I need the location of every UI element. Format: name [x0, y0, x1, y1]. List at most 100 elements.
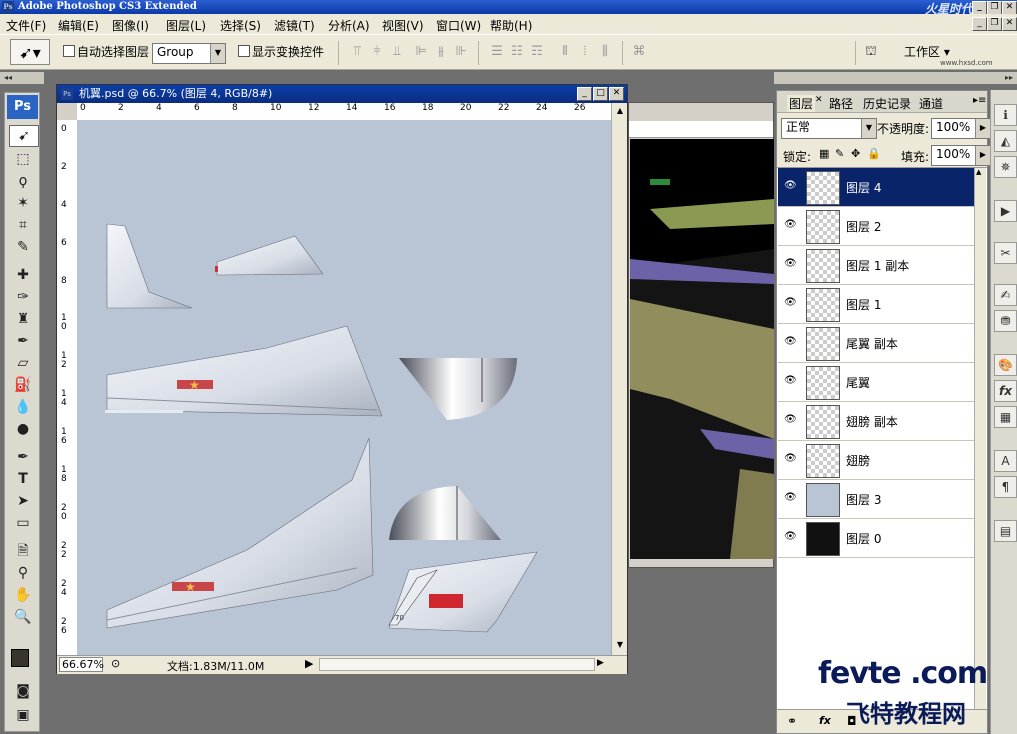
- distribute-left-icon[interactable]: ⦀: [556, 43, 574, 61]
- align-vcenter-icon[interactable]: ⫩: [368, 43, 386, 61]
- distribute-right-icon[interactable]: ⫼: [596, 43, 614, 61]
- history-brush-icon[interactable]: ✒: [9, 331, 37, 351]
- magic-wand-tool-icon[interactable]: ✶: [9, 193, 37, 213]
- menu-edit[interactable]: 编辑(E): [58, 17, 99, 34]
- panel-collapse-icon[interactable]: ▸▸: [774, 72, 1017, 84]
- tool-presets-icon[interactable]: ✂: [994, 242, 1017, 264]
- layer-style-icon[interactable]: fx: [819, 714, 831, 727]
- brush-tool-icon[interactable]: ✑: [9, 287, 37, 307]
- lasso-tool-icon[interactable]: ϙ: [9, 171, 37, 191]
- scroll-up-icon[interactable]: ▲: [614, 105, 626, 117]
- layer-row[interactable]: 👁 图层 1: [778, 285, 974, 324]
- lock-image-icon[interactable]: ✎: [835, 147, 844, 160]
- lock-position-icon[interactable]: ✥: [851, 147, 860, 160]
- brushes-icon[interactable]: ✍: [994, 284, 1017, 306]
- chevron-right-icon[interactable]: ▶: [975, 146, 990, 165]
- fill-field[interactable]: 100% ▶: [931, 145, 991, 166]
- eraser-tool-icon[interactable]: ▱: [9, 353, 37, 373]
- clone-source-icon[interactable]: ⛃: [994, 310, 1017, 332]
- blend-mode-select[interactable]: 正常 ▼: [781, 118, 877, 139]
- close-icon[interactable]: ✕: [815, 95, 823, 105]
- workspace-button[interactable]: 工作区 ▾: [904, 43, 950, 60]
- visibility-eye-icon[interactable]: 👁: [784, 336, 797, 347]
- layer-row[interactable]: 👁 图层 0: [778, 519, 974, 558]
- scroll-right-icon[interactable]: ▶: [597, 658, 604, 668]
- document-window[interactable]: Ps 机翼.psd @ 66.7% (图层 4, RGB/8#) _ □ ✕ 0…: [56, 84, 628, 674]
- restore-icon[interactable]: ❐: [987, 1, 1002, 15]
- lock-transparent-icon[interactable]: ▦: [819, 147, 829, 160]
- crop-tool-icon[interactable]: ⌗: [9, 215, 37, 235]
- layer-row[interactable]: 👁 图层 2: [778, 207, 974, 246]
- opacity-field[interactable]: 100% ▶: [931, 118, 991, 139]
- distribute-bottom-icon[interactable]: ☶: [528, 43, 546, 61]
- distribute-vcenter-icon[interactable]: ☷: [508, 43, 526, 61]
- visibility-eye-icon[interactable]: 👁: [784, 414, 797, 425]
- visibility-eye-icon[interactable]: 👁: [784, 375, 797, 386]
- align-hcenter-icon[interactable]: ⫵: [432, 43, 450, 61]
- zoom-tool-icon[interactable]: 🔍: [9, 607, 37, 627]
- align-top-icon[interactable]: ⫪: [348, 43, 366, 61]
- layer-row[interactable]: 👁 翅膀 副本: [778, 402, 974, 441]
- layer-row[interactable]: 👁 尾翼: [778, 363, 974, 402]
- visibility-eye-icon[interactable]: 👁: [784, 219, 797, 230]
- layer-row[interactable]: 👁 图层 3: [778, 480, 974, 519]
- visibility-eye-icon[interactable]: 👁: [784, 453, 797, 464]
- histogram-icon[interactable]: ◭: [994, 130, 1017, 152]
- auto-select-target-select[interactable]: Group ▼: [152, 43, 226, 64]
- zoom-field[interactable]: 66.67%: [59, 657, 104, 672]
- menu-window[interactable]: 窗口(W): [436, 17, 481, 34]
- chevron-right-icon[interactable]: ▶: [975, 119, 990, 138]
- link-layers-icon[interactable]: ⚭: [787, 714, 797, 728]
- dodge-tool-icon[interactable]: ●: [9, 419, 37, 439]
- minimize-icon[interactable]: _: [972, 1, 987, 15]
- layer-row[interactable]: 👁 尾翼 副本: [778, 324, 974, 363]
- background-document-canvas[interactable]: [630, 139, 774, 559]
- menu-help[interactable]: 帮助(H): [490, 17, 532, 34]
- color-icon[interactable]: 🎨: [994, 354, 1017, 376]
- align-right-icon[interactable]: ⊪: [452, 43, 470, 61]
- ruler-horizontal[interactable]: 0 2 4 6 8 10 12 14 16 18 20 22 24 26: [77, 103, 611, 121]
- visibility-eye-icon[interactable]: 👁: [784, 492, 797, 503]
- paint-bucket-icon[interactable]: ⛽: [9, 375, 37, 395]
- doc-restore-icon[interactable]: ❐: [987, 17, 1002, 31]
- marquee-tool-icon[interactable]: ⬚: [9, 149, 37, 169]
- status-arrow-icon[interactable]: ▶: [305, 657, 313, 670]
- auto-select-checkbox[interactable]: [63, 45, 75, 57]
- screen-mode-icon[interactable]: ▣: [9, 705, 37, 725]
- horizontal-scrollbar[interactable]: [319, 658, 595, 671]
- doc-close-icon[interactable]: ✕: [1002, 17, 1017, 31]
- menu-view[interactable]: 视图(V): [382, 17, 424, 34]
- distribute-top-icon[interactable]: ☰: [488, 43, 506, 61]
- styles-icon[interactable]: fx: [994, 380, 1017, 402]
- blur-tool-icon[interactable]: 💧: [9, 397, 37, 417]
- clone-stamp-icon[interactable]: ♜: [9, 309, 37, 329]
- move-tool-icon[interactable]: ➹: [9, 125, 39, 147]
- paragraph-icon[interactable]: ¶: [994, 476, 1017, 498]
- character-icon[interactable]: A: [994, 450, 1017, 472]
- visibility-eye-icon[interactable]: 👁: [784, 258, 797, 269]
- visibility-eye-icon[interactable]: 👁: [784, 180, 797, 191]
- scroll-down-icon[interactable]: ▼: [614, 639, 626, 651]
- background-document-window[interactable]: [628, 102, 774, 568]
- auto-align-icon[interactable]: ⌘: [630, 43, 648, 61]
- pen-tool-icon[interactable]: ✒: [9, 447, 37, 467]
- notes-tool-icon[interactable]: 🗎: [9, 541, 37, 561]
- toolbox-collapse-icon[interactable]: ◂◂: [0, 72, 44, 84]
- doc-minimize-icon[interactable]: _: [972, 17, 987, 31]
- menu-file[interactable]: 文件(F): [6, 17, 46, 34]
- scroll-up-icon[interactable]: ▲: [976, 168, 981, 176]
- foreground-color-swatch[interactable]: [11, 649, 29, 667]
- doc-window-minimize-icon[interactable]: _: [577, 87, 592, 101]
- document-title-bar[interactable]: Ps 机翼.psd @ 66.7% (图层 4, RGB/8#) _ □ ✕: [57, 85, 627, 103]
- distribute-hcenter-icon[interactable]: ⦙: [576, 43, 594, 61]
- bridge-icon[interactable]: ⛫: [862, 43, 880, 61]
- quick-mask-icon[interactable]: ◙: [9, 681, 37, 701]
- vertical-scrollbar[interactable]: ▲ ▼: [611, 103, 627, 655]
- visibility-eye-icon[interactable]: 👁: [784, 531, 797, 542]
- status-menu-icon[interactable]: ⊙: [111, 657, 120, 670]
- menu-filter[interactable]: 滤镜(T): [274, 17, 315, 34]
- layer-row[interactable]: 👁 图层 4: [778, 168, 974, 207]
- menu-analysis[interactable]: 分析(A): [328, 17, 370, 34]
- lock-all-icon[interactable]: 🔒: [867, 147, 881, 160]
- healing-brush-icon[interactable]: ✚: [9, 265, 37, 285]
